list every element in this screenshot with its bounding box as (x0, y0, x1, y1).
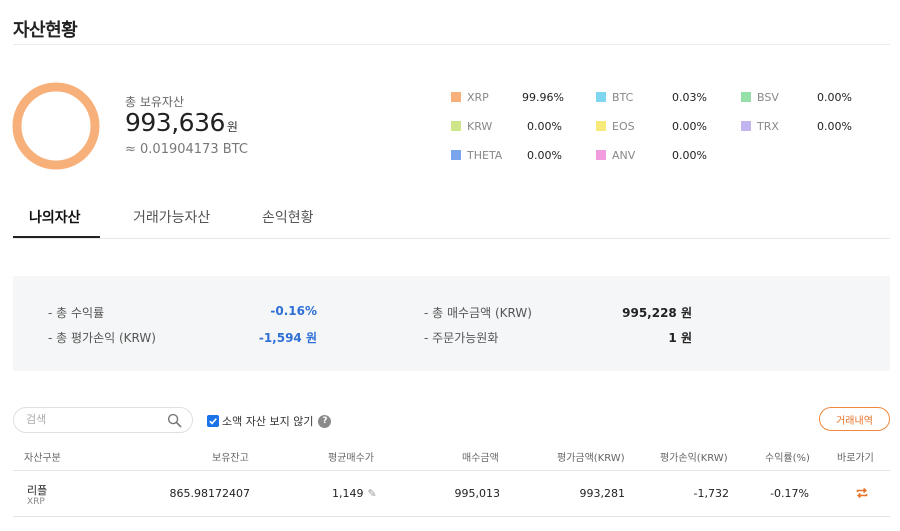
coin-pct: 0.00% (527, 148, 562, 162)
title-divider (13, 44, 890, 45)
return-rate: -0.17% (770, 487, 809, 500)
legend-swatch (596, 121, 606, 131)
hide-small-assets-toggle[interactable]: 소액 자산 보지 않기 ? (207, 413, 332, 429)
legend-swatch (451, 92, 461, 102)
total-return-rate-value: -0.16% (270, 304, 317, 318)
col-header-avg-price: 평균매수가 (328, 453, 374, 464)
coin-legend-bsv: BSV 0.00% (741, 90, 852, 104)
legend-swatch (741, 92, 751, 102)
holding-balance: 865.98172407 (169, 487, 250, 500)
coin-legend-anv: ANV 0.00% (596, 148, 707, 162)
total-buy-amount-label: - 총 매수금액 (KRW) (424, 306, 532, 320)
coin-legend-xrp: XRP 99.96% (451, 90, 564, 104)
coin-legend-eos: EOS 0.00% (596, 119, 707, 133)
coin-legend-krw: KRW 0.00% (451, 119, 562, 133)
hide-small-assets-label: 소액 자산 보지 않기 (222, 415, 314, 428)
trade-shortcut-icon[interactable] (855, 486, 869, 500)
coin-name: XRP (467, 90, 489, 104)
asset-name: 리플 (27, 484, 48, 497)
tab-tradable-assets[interactable]: 거래가능자산 (133, 207, 210, 227)
col-header-asset: 자산구분 (24, 453, 61, 464)
col-header-eval-pl: 평가손익(KRW) (660, 453, 728, 464)
legend-swatch (451, 150, 461, 160)
coin-pct: 99.96% (522, 90, 564, 104)
orderable-krw-label: - 주문가능원화 (424, 331, 499, 345)
col-header-buy-amount: 매수금액 (462, 453, 499, 464)
coin-legend-btc: BTC 0.03% (596, 90, 707, 104)
search-input[interactable] (26, 413, 166, 426)
coin-name: THETA (467, 148, 503, 162)
check-icon (209, 418, 217, 425)
legend-swatch (596, 92, 606, 102)
coin-pct: 0.00% (817, 90, 852, 104)
total-assets-btc: ≈ 0.01904173 BTC (125, 142, 248, 157)
table-header-divider (13, 470, 890, 471)
coin-pct: 0.00% (672, 148, 707, 162)
asset-ticker: XRP (27, 497, 45, 507)
coin-pct: 0.00% (672, 119, 707, 133)
eval-amount: 993,281 (579, 487, 626, 500)
asset-donut-chart (12, 82, 100, 170)
total-buy-amount-value: 995,228 원 (622, 306, 692, 320)
coin-name: TRX (757, 119, 779, 133)
col-header-shortcut: 바로가기 (837, 453, 874, 464)
legend-swatch (741, 121, 751, 131)
page-title: 자산현황 (13, 20, 78, 41)
coin-name: BTC (612, 90, 634, 104)
legend-swatch (596, 150, 606, 160)
coin-pct: 0.00% (527, 119, 562, 133)
orderable-krw-value: 1 원 (668, 331, 692, 345)
legend-swatch (451, 121, 461, 131)
total-eval-pl-label: - 총 평가손익 (KRW) (48, 331, 156, 345)
coin-legend-theta: THETA 0.00% (451, 148, 562, 162)
pencil-edit-icon[interactable]: ✎ (368, 487, 377, 500)
summary-panel (13, 276, 890, 371)
col-header-balance: 보유잔고 (212, 453, 249, 464)
donut-ring-xrp (12, 82, 100, 170)
eval-profit-loss: -1,732 (693, 487, 729, 500)
tab-profit-loss[interactable]: 손익현황 (262, 207, 314, 227)
coin-pct: 0.00% (817, 119, 852, 133)
coin-name: EOS (612, 119, 635, 133)
tab-my-assets[interactable]: 나의자산 (29, 207, 81, 227)
total-assets-krw-value: 993,636 (125, 108, 225, 137)
total-assets-krw-unit: 원 (226, 120, 238, 134)
coin-pct: 0.03% (672, 90, 707, 104)
tabs-divider (13, 238, 890, 239)
total-return-rate-label: - 총 수익률 (48, 306, 105, 320)
search-icon[interactable] (167, 413, 182, 428)
total-assets-krw: 993,636 원 (125, 108, 238, 137)
table-row-divider (13, 516, 890, 517)
total-eval-pl-value: -1,594 원 (258, 331, 317, 345)
avg-buy-price-cell: 1,149 ✎ (332, 487, 377, 500)
transaction-history-button[interactable]: 거래내역 (819, 407, 890, 431)
coin-legend-trx: TRX 0.00% (741, 119, 852, 133)
buy-amount: 995,013 (454, 487, 501, 500)
help-icon[interactable]: ? (318, 414, 332, 428)
coin-name: KRW (467, 119, 493, 133)
coin-name: BSV (757, 90, 779, 104)
coin-name: ANV (612, 148, 636, 162)
hide-small-assets-checkbox[interactable] (207, 415, 219, 427)
asset-search-box (13, 407, 193, 433)
avg-buy-price: 1,149 (332, 487, 364, 500)
col-header-return-rate: 수익률(%) (765, 453, 810, 464)
col-header-eval-amount: 평가금액(KRW) (557, 453, 625, 464)
